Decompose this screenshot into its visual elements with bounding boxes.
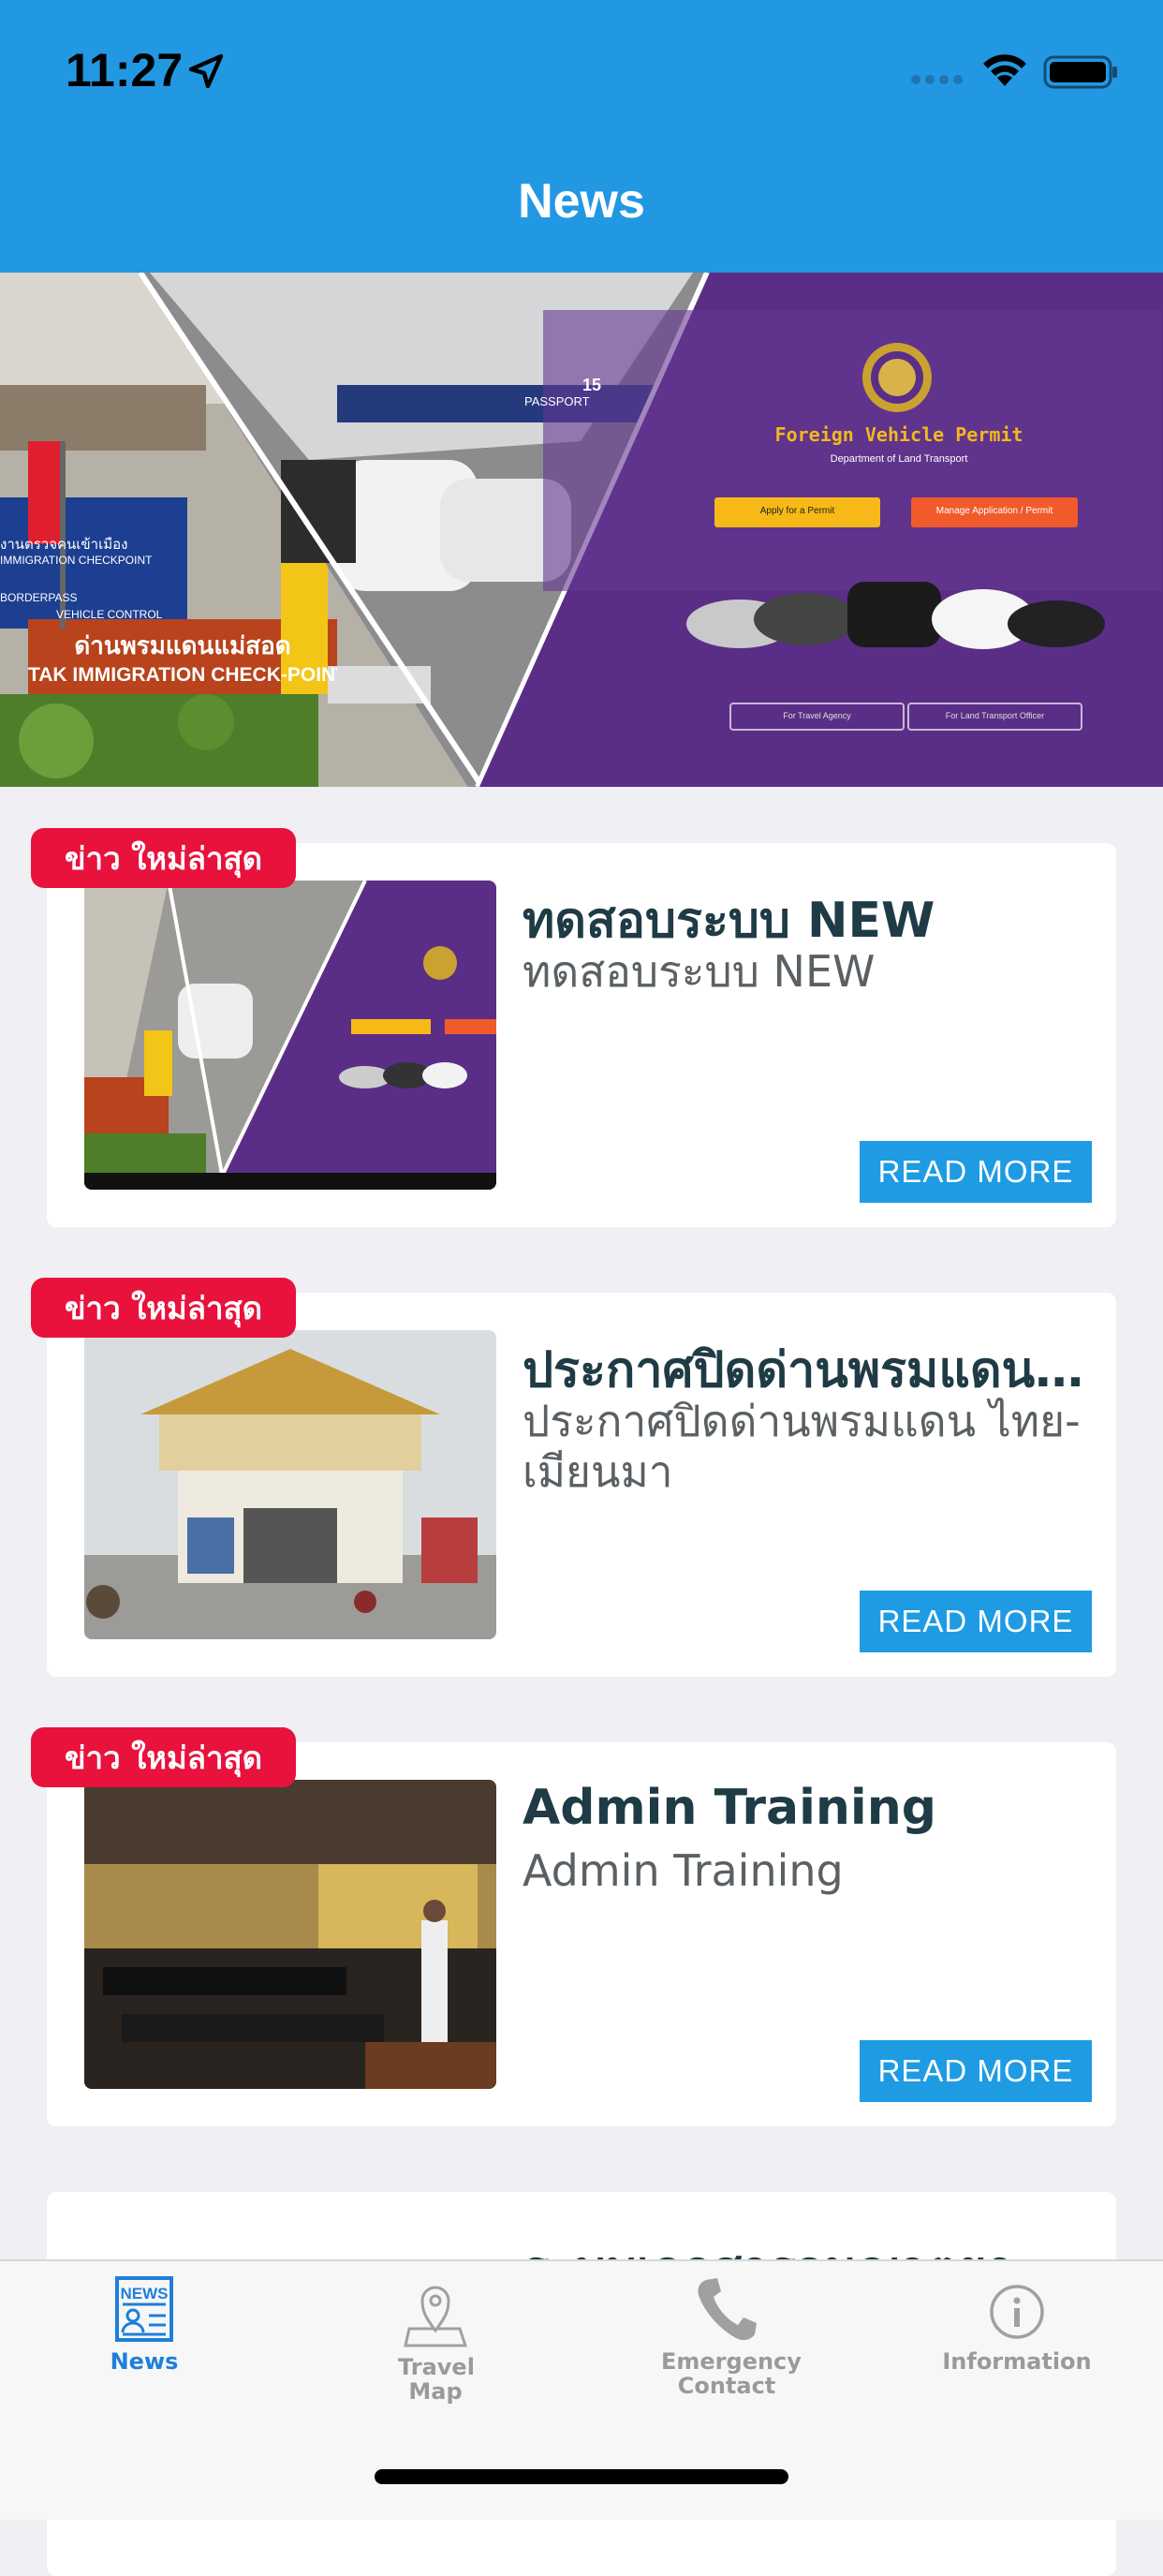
info-icon	[990, 2285, 1044, 2339]
status-and-navigation-bar: 11:27 News	[0, 0, 1163, 273]
banner-manage-button[interactable]: Manage Application / Permit	[911, 506, 1078, 516]
wifi-icon	[983, 54, 1026, 86]
tab-news[interactable]: NEWS News	[41, 2274, 247, 2415]
location-arrow-icon	[188, 53, 224, 89]
cellular-signal-icon	[911, 75, 963, 84]
banner-agency-button[interactable]: For Travel Agency	[730, 711, 904, 720]
read-more-button[interactable]: READ MORE	[860, 1591, 1092, 1652]
banner-sign-thai: ด่านพรมแดนแม่สอด	[74, 632, 291, 660]
read-more-button[interactable]: READ MORE	[860, 1141, 1092, 1203]
tab-travel-map[interactable]: Travel Map	[332, 2274, 538, 2415]
tab-label: Emergency Contact	[661, 2348, 802, 2399]
banner-sign-english: TAK IMMIGRATION CHECK-POINT	[28, 664, 337, 686]
banner-apply-button[interactable]: Apply for a Permit	[714, 506, 880, 516]
map-pin-icon	[404, 2286, 468, 2347]
svg-text:NEWS: NEWS	[121, 2285, 169, 2302]
tab-label: Information	[942, 2348, 1092, 2375]
news-thumbnail	[84, 1780, 496, 2089]
hero-banner[interactable]: Foreign Vehicle Permit Department of Lan…	[0, 273, 1163, 787]
banner-sign-blue-3: BORDERPASS	[0, 591, 78, 604]
news-subtitle: ประกาศปิดด่านพรมแดน ไทย-เมียนมา	[523, 1396, 1081, 1497]
news-icon: NEWS	[115, 2276, 173, 2342]
tab-emergency-contact[interactable]: Emergency Contact	[624, 2274, 830, 2415]
banner-passport-sign: PASSPORT	[524, 394, 590, 408]
tab-information[interactable]: Information	[914, 2274, 1120, 2415]
banner-lane-number: 15	[582, 376, 602, 394]
latest-news-badge: ข่าว ใหม่ล่าสุด	[31, 1278, 297, 1338]
banner-subtitle: Department of Land Transport	[830, 453, 968, 465]
banner-image	[0, 273, 1163, 787]
banner-sign-blue-4: VEHICLE CONTROL	[56, 608, 163, 621]
home-indicator[interactable]	[375, 2469, 788, 2484]
phone-icon	[698, 2278, 757, 2341]
banner-officer-button[interactable]: For Land Transport Officer	[908, 711, 1082, 720]
news-thumbnail	[84, 1330, 496, 1639]
banner-sign-blue-2: IMMIGRATION CHECKPOINT	[0, 554, 153, 567]
tab-label: News	[110, 2348, 179, 2375]
banner-sign-blue-1: งานตรวจคนเข้าเมือง	[0, 536, 128, 553]
news-card[interactable]: Admin Training Admin Training READ MORE	[47, 1742, 1116, 2126]
news-title: Admin Training	[523, 1780, 936, 1836]
news-thumbnail	[84, 881, 496, 1190]
banner-title: Foreign Vehicle Permit	[774, 423, 1023, 446]
news-card[interactable]: ทดสอบระบบ NEW ทดสอบระบบ NEW READ MORE	[47, 843, 1116, 1227]
page-title: News	[518, 174, 645, 229]
news-card[interactable]: ประกาศปิดด่านพรมแดน ไทย-เมียนมา ประกาศปิ…	[47, 1293, 1116, 1677]
news-subtitle: ทดสอบระบบ NEW	[523, 946, 876, 997]
news-subtitle: Admin Training	[523, 1845, 844, 1896]
latest-news-badge: ข่าว ใหม่ล่าสุด	[31, 828, 297, 888]
status-time: 11:27	[66, 44, 184, 96]
read-more-button[interactable]: READ MORE	[860, 2040, 1092, 2102]
tab-label: Travel Map	[398, 2354, 475, 2405]
battery-icon	[1043, 55, 1117, 89]
latest-news-badge: ข่าว ใหม่ล่าสุด	[31, 1727, 297, 1787]
